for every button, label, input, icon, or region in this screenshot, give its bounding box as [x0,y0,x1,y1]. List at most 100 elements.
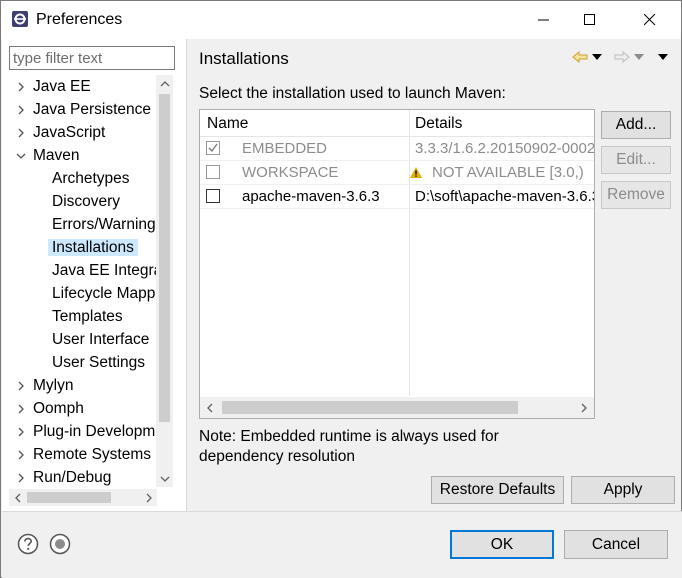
tree-item-label: Discovery [52,193,121,210]
tree-item-label: Mylyn [33,377,74,394]
installation-name: WORKSPACE [242,164,339,181]
scrollbar-thumb[interactable] [159,94,170,422]
apply-button[interactable]: Apply [571,476,675,504]
chevron-right-icon[interactable] [15,98,27,121]
help-icon[interactable] [17,533,39,555]
preference-tree-pane: Java EE Java Persistence JavaScript Mave… [2,39,186,511]
table-row[interactable]: WORKSPACE NOT AVAILABLE [3.0,) [200,161,594,185]
scroll-up-arrow-icon[interactable] [156,75,173,92]
tree-item-label: Maven [33,147,80,164]
tree-item-label: Installations [48,239,138,256]
tree-item-lifecycle-mappings[interactable]: Lifecycle Mappings [52,282,156,305]
cancel-button[interactable]: Cancel [564,530,668,559]
tree-item-label: Errors/Warnings [52,216,156,233]
chevron-right-icon[interactable] [15,420,27,443]
warning-details-text: NOT AVAILABLE [3.0,) [432,164,584,181]
maximize-icon [584,14,595,25]
tree-item-user-settings[interactable]: User Settings [52,351,145,374]
view-menu-icon[interactable] [657,48,669,66]
column-header-name[interactable]: Name [207,115,248,133]
chevron-right-icon[interactable] [15,121,27,144]
tree-item-javascript[interactable]: JavaScript [18,121,105,144]
tree-item-java-ee-integration[interactable]: Java EE Integration [52,259,156,282]
remove-button[interactable]: Remove [601,181,671,209]
edit-button[interactable]: Edit... [601,146,671,174]
filter-input[interactable] [9,46,175,70]
installation-details: NOT AVAILABLE [3.0,) [410,164,590,181]
chevron-right-icon[interactable] [15,374,27,397]
scroll-right-arrow-icon[interactable] [574,397,594,418]
installation-details: D:\soft\apache-maven-3.6.3 [415,188,595,205]
tree-item-run-debug[interactable]: Run/Debug [18,466,111,487]
scroll-left-arrow-icon[interactable] [9,489,26,506]
dialog-footer: OK Cancel [2,512,682,578]
embedded-runtime-note: Note: Embedded runtime is always used fo… [199,428,499,465]
maximize-button[interactable] [567,1,613,39]
tree-item-java-persistence[interactable]: Java Persistence [18,98,152,121]
scroll-down-arrow-icon[interactable] [156,470,173,487]
scroll-right-arrow-icon[interactable] [140,489,157,506]
tree-horizontal-scrollbar[interactable] [9,489,157,506]
scroll-left-arrow-icon[interactable] [200,397,220,418]
tree-item-label: Oomph [33,400,84,417]
window-title: Preferences [36,11,123,28]
table-horizontal-scrollbar[interactable] [200,397,594,418]
restore-defaults-button[interactable]: Restore Defaults [431,476,564,504]
scrollbar-thumb[interactable] [222,401,518,414]
tree-item-mylyn[interactable]: Mylyn [18,374,74,397]
forward-arrow-icon[interactable] [613,48,631,66]
tree-item-maven[interactable]: Maven [16,144,80,167]
row-checkbox[interactable] [206,189,220,203]
row-checkbox[interactable] [206,141,220,155]
add-button[interactable]: Add... [601,111,671,139]
tree-item-user-interface[interactable]: User Interface [52,328,149,351]
tree-item-label: Archetypes [52,170,130,187]
chevron-down-icon[interactable] [15,144,27,167]
import-export-icon[interactable] [49,533,71,555]
installations-table: Name Details EMBEDDED 3.3.3/1.6.2.201509… [199,109,595,419]
table-row[interactable]: EMBEDDED 3.3.3/1.6.2.20150902-0002 [200,137,594,161]
minimize-button[interactable] [521,1,567,39]
ok-button[interactable]: OK [450,530,554,559]
installation-name: EMBEDDED [242,140,328,157]
checkmark-icon [208,143,218,153]
row-checkbox[interactable] [206,165,220,179]
preference-page: Installations Select the installation us… [187,39,681,511]
chevron-right-icon[interactable] [15,397,27,420]
close-icon [644,14,656,26]
tree-item-label: Templates [52,308,123,325]
forward-dropdown-icon[interactable] [633,48,645,66]
preference-tree: Java EE Java Persistence JavaScript Mave… [2,75,156,487]
table-header: Name Details [200,110,594,137]
tree-vertical-scrollbar[interactable] [156,75,173,487]
page-title: Installations [199,49,289,68]
preferences-window: Preferences Java EE Java Persistence Jav… [0,0,682,578]
chevron-right-icon[interactable] [15,466,27,487]
back-arrow-icon[interactable] [571,48,589,66]
tree-item-discovery[interactable]: Discovery [52,190,120,213]
close-button[interactable] [627,1,673,39]
tree-item-label: Java EE Integration [52,262,156,279]
tree-item-label: Java Persistence [33,101,152,118]
tree-item-plugin-development[interactable]: Plug-in Development [18,420,156,443]
scrollbar-thumb[interactable] [27,492,111,503]
tree-item-label: User Interface [52,331,150,348]
tree-item-oomph[interactable]: Oomph [18,397,84,420]
tree-item-installations[interactable]: Installations [48,236,138,259]
tree-item-templates[interactable]: Templates [52,305,123,328]
minimize-icon [538,19,549,21]
tree-item-errors-warnings[interactable]: Errors/Warnings [52,213,156,236]
back-dropdown-icon[interactable] [591,48,603,66]
tree-item-label: Java EE [33,78,91,95]
column-header-details[interactable]: Details [415,115,462,133]
installation-name: apache-maven-3.6.3 [242,188,380,205]
eclipse-app-icon [12,11,28,27]
chevron-right-icon[interactable] [15,443,27,466]
chevron-right-icon[interactable] [15,75,27,98]
tree-item-archetypes[interactable]: Archetypes [52,167,130,190]
tree-item-remote-systems[interactable]: Remote Systems [18,443,151,466]
table-row[interactable]: apache-maven-3.6.3 D:\soft\apache-maven-… [200,185,594,209]
tree-item-label: User Settings [52,354,146,371]
installations-description: Select the installation used to launch M… [199,85,506,102]
tree-item-java-ee[interactable]: Java EE [18,75,91,98]
